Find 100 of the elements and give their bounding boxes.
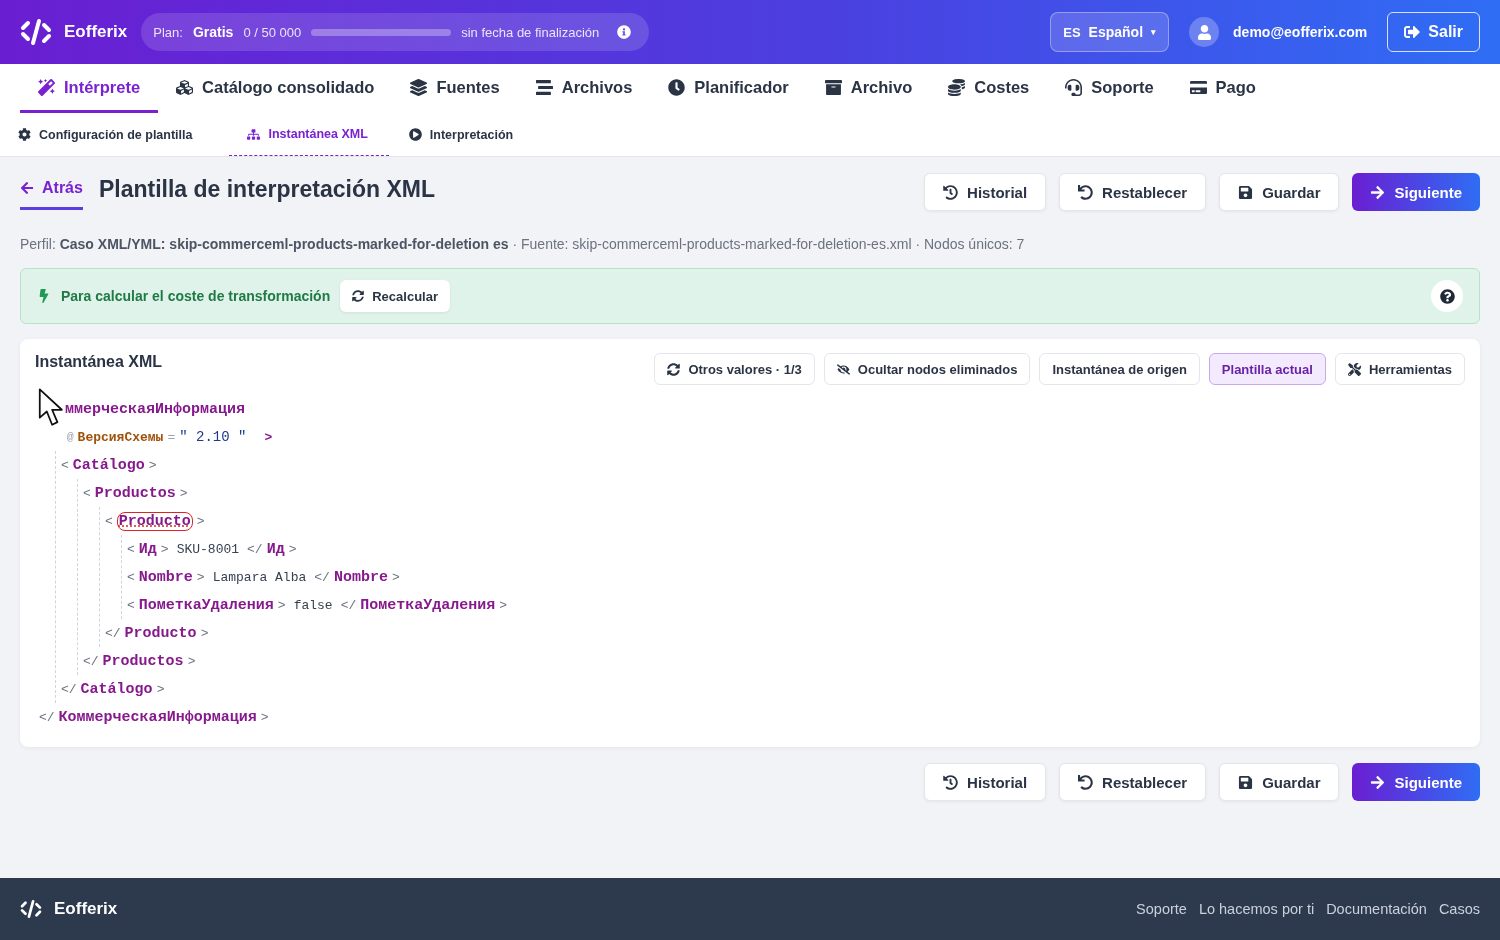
user-icon <box>1196 24 1212 40</box>
nav-tab[interactable]: Fuentes <box>392 64 518 113</box>
tag-bracket: > <box>160 541 169 557</box>
undo-icon <box>1078 774 1094 790</box>
hierarchy-icon <box>247 127 261 141</box>
tag-name: Catálogo <box>80 680 153 698</box>
next-button[interactable]: Siguiente <box>1352 173 1480 211</box>
profile-info: Perfil: Caso XML/YML: skip-commerceml-products-marked-for-deletion es · Fuente: skip-commerceml-products-marked-for-deletion-es.xml · Nodos únicos: 7 <box>20 236 1026 252</box>
tag-bracket: < <box>105 513 113 529</box>
nav-tab[interactable]: Soporte <box>1047 64 1172 113</box>
nav-tab[interactable]: Costes <box>930 64 1048 113</box>
sub-tab[interactable]: Configuración de plantilla <box>18 113 214 156</box>
tag-bracket: </ <box>83 653 99 669</box>
history-button[interactable]: Historial <box>924 173 1047 211</box>
logout-icon <box>1404 24 1421 40</box>
tag-bracket: > <box>196 569 205 585</box>
credit-card-icon <box>1189 78 1207 96</box>
next-button[interactable]: Siguiente <box>1352 763 1480 801</box>
language-select[interactable]: ES Español ▾ <box>1050 12 1170 52</box>
history-button[interactable]: Historial <box>924 763 1047 801</box>
tag-bracket: > <box>148 457 157 473</box>
tag-bracket: > <box>187 653 196 669</box>
node-value: Lampara Alba <box>212 569 307 585</box>
tag-name: ммерческаяИнформация <box>65 400 246 418</box>
nav-tab[interactable]: Planificador <box>650 64 807 113</box>
tag-bracket: > <box>156 681 165 697</box>
tag-bracket: </ <box>61 681 77 697</box>
footer-link[interactable]: Documentación <box>1326 901 1427 917</box>
attribute-value: " 2.10 " <box>179 429 247 445</box>
clock-icon <box>668 78 686 96</box>
tag-bracket: </ <box>340 597 357 613</box>
tag-name: Nombre <box>138 568 193 586</box>
history-icon <box>943 184 959 200</box>
node-value: SKU-8001 <box>176 541 240 557</box>
card-title: Instantánea XML <box>35 353 163 371</box>
tag-name: ПометкаУдаления <box>138 596 274 614</box>
tag-name: Catálogo <box>72 456 145 474</box>
logo-text: Eofferix <box>64 22 128 42</box>
tag-name: Ид <box>138 540 157 558</box>
toolbar-button[interactable]: Plantilla actual <box>1208 353 1326 385</box>
layers-icon <box>410 78 428 96</box>
nav-tab[interactable]: Catálogo consolidado <box>158 64 393 113</box>
tag-bracket: > <box>277 597 286 613</box>
settings-icon <box>18 128 31 141</box>
refresh-icon <box>352 290 365 302</box>
magic-wand-icon <box>38 78 55 96</box>
recalculate-button[interactable]: Recalcular <box>340 280 450 312</box>
reset-button[interactable]: Restablecer <box>1059 763 1207 801</box>
tag-bracket: > <box>499 597 508 613</box>
help-button[interactable] <box>1431 280 1463 312</box>
usage-count: 0 / 50 000 <box>243 24 302 40</box>
page-title: Plantilla de interpretación XML <box>98 175 436 203</box>
back-link[interactable]: Atrás <box>20 173 83 210</box>
footer-link[interactable]: Soporte <box>1136 901 1187 917</box>
eye-slash-icon <box>836 362 850 376</box>
coins-icon <box>948 78 966 96</box>
logo-icon <box>20 16 52 48</box>
toolbar-button[interactable]: Ocultar nodos eliminados <box>823 353 1031 385</box>
toolbar-button[interactable]: Herramientas <box>1334 353 1465 385</box>
tag-bracket: > <box>196 513 205 529</box>
tag-bracket: < <box>61 457 69 473</box>
equals-sign: = <box>167 429 176 445</box>
sub-tab[interactable]: Instantánea XML <box>229 113 389 156</box>
user-email: demo@eofferix.com <box>1233 24 1368 40</box>
tag-name: Producto <box>124 624 197 642</box>
tag-bracket: > <box>264 429 273 445</box>
tag-bracket: </ <box>39 709 55 725</box>
attribute-name: ВерсияСхемы <box>77 429 164 445</box>
sub-tab[interactable]: Interpretación <box>408 113 535 156</box>
nav-tab[interactable]: Archivo <box>806 64 931 113</box>
reset-button[interactable]: Restablecer <box>1059 173 1207 211</box>
save-button[interactable]: Guardar <box>1219 173 1340 211</box>
at-sign: @ <box>67 431 74 443</box>
info-icon[interactable] <box>617 25 632 39</box>
footer-link[interactable]: Casos <box>1438 901 1480 917</box>
toolbar-button[interactable]: Instantánea de origen <box>1039 353 1200 385</box>
marked-tag-name: Producto <box>116 511 193 531</box>
help-icon <box>1439 288 1455 304</box>
undo-icon <box>1078 184 1094 200</box>
tag-bracket: < <box>127 569 135 585</box>
cubes-icon <box>176 78 194 96</box>
headset-icon <box>1065 78 1083 96</box>
toolbar-button[interactable]: Otros valores · 1/3 <box>654 353 815 385</box>
arrow-right-icon <box>1370 184 1386 200</box>
tag-name: КоммерческаяИнформация <box>58 708 257 726</box>
tag-bracket: < <box>127 597 135 613</box>
logo-icon <box>20 898 42 920</box>
nav-tab[interactable]: Pago <box>1171 64 1274 113</box>
footer-logo-text: Eofferix <box>54 899 118 919</box>
archive-box-icon <box>824 78 842 96</box>
arrow-right-icon <box>1370 774 1386 790</box>
save-button[interactable]: Guardar <box>1219 763 1340 801</box>
nav-tab[interactable]: Archivos <box>517 64 651 113</box>
tag-bracket: > <box>179 485 188 501</box>
tag-bracket: < <box>127 541 135 557</box>
tag-bracket: > <box>288 541 297 557</box>
notice-text: Para calcular el coste de transformación <box>61 288 331 304</box>
tools-icon <box>1347 362 1361 376</box>
footer-link[interactable]: Lo hacemos por ti <box>1198 901 1315 917</box>
logout-button[interactable]: Salir <box>1387 12 1480 52</box>
